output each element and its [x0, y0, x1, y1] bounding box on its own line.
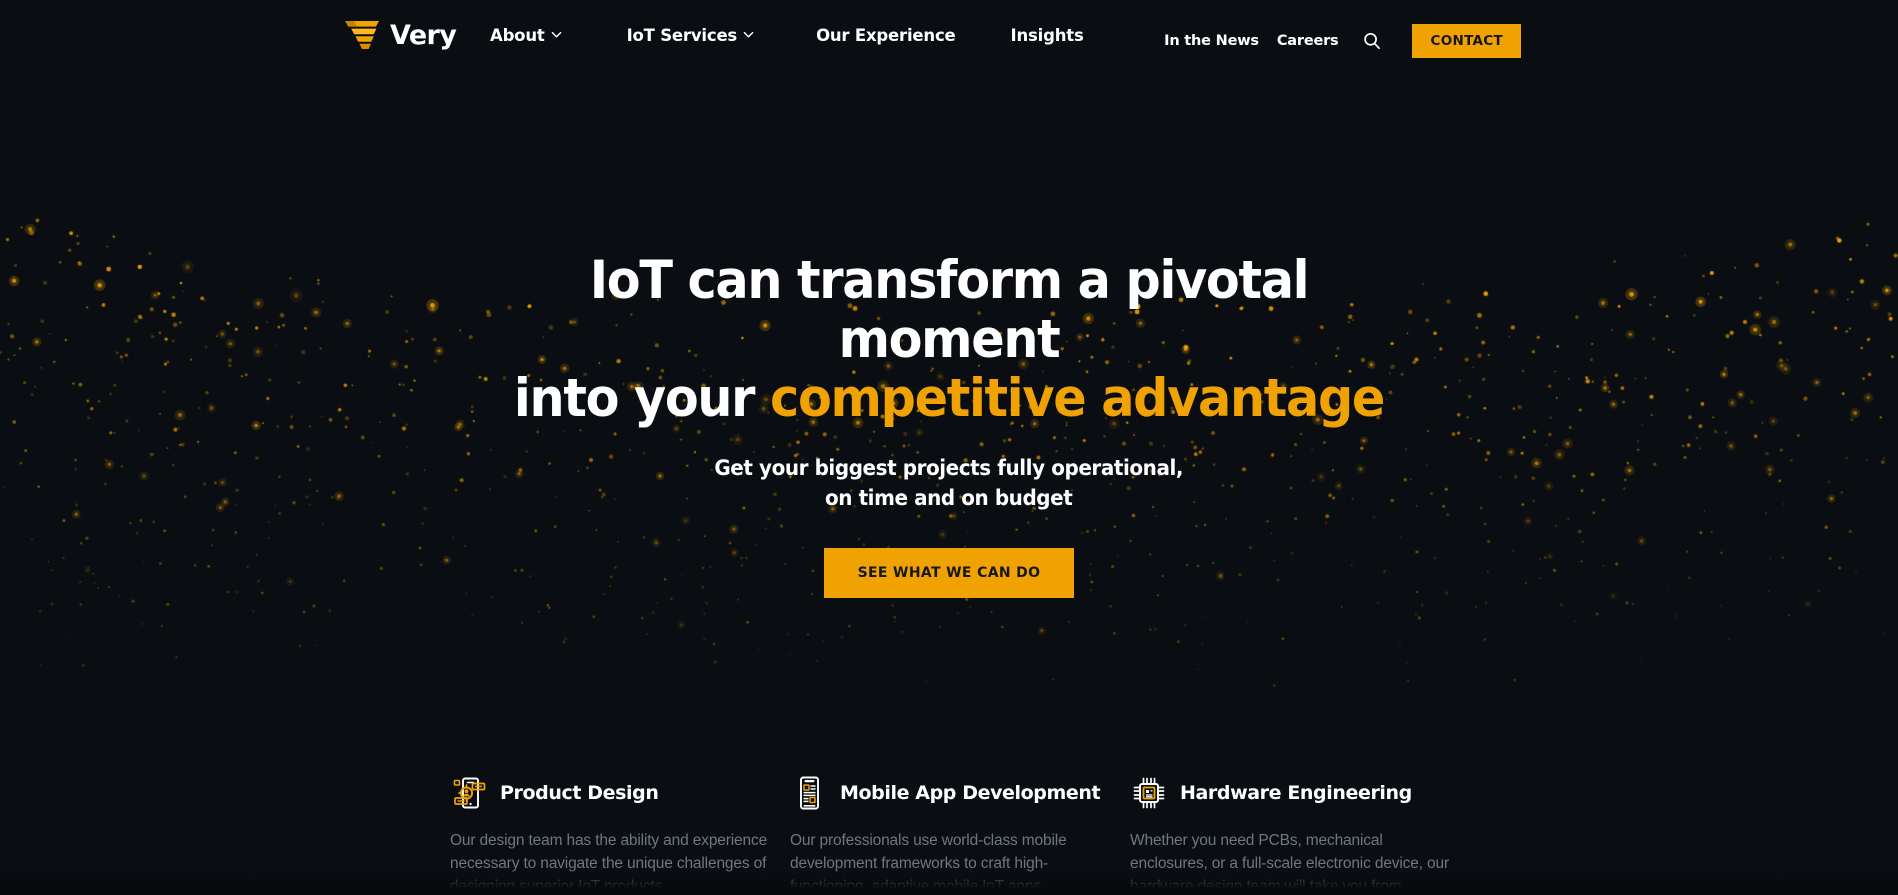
nav-item-about-label: About — [490, 26, 545, 45]
service-description: Whether you need PCBs, mechanical enclos… — [1130, 832, 1450, 895]
primary-nav: About IoT Services Our Experience Insigh… — [490, 26, 1084, 45]
services-section: Product Design Our design team has the a… — [0, 752, 1898, 895]
nav-item-insights[interactable]: Insights — [1011, 26, 1084, 45]
nav-item-iot-services-label: IoT Services — [626, 26, 738, 45]
services-grid: Product Design Our design team has the a… — [450, 770, 1470, 895]
product-design-icon — [450, 774, 488, 812]
very-funnel-logo-icon — [345, 18, 381, 52]
subtitle-line-1: Get your biggest projects fully operatio… — [714, 456, 1184, 481]
service-card-hardware-engineering[interactable]: Hardware Engineering Whether you need PC… — [1130, 770, 1470, 895]
chevron-down-icon — [743, 29, 754, 40]
chevron-down-icon — [551, 29, 562, 40]
nav-item-our-experience-label: Our Experience — [816, 26, 956, 45]
service-description: Our design team has the ability and expe… — [450, 832, 768, 895]
subtitle-line-2: on time and on budget — [825, 486, 1073, 511]
mobile-app-icon — [790, 774, 828, 812]
service-description: Our professionals use world-class mobile… — [790, 832, 1067, 895]
logo-link[interactable]: Very — [345, 18, 457, 52]
search-icon[interactable] — [1360, 29, 1384, 53]
page-title: IoT can transform a pivotal moment into … — [503, 250, 1396, 429]
service-title: Hardware Engineering — [1180, 782, 1412, 804]
nav-item-careers[interactable]: Careers — [1277, 33, 1339, 49]
nav-item-iot-services[interactable]: IoT Services — [627, 26, 755, 45]
nav-item-insights-label: Insights — [1010, 26, 1084, 45]
service-card-product-design[interactable]: Product Design Our design team has the a… — [450, 770, 790, 895]
service-title: Product Design — [500, 782, 659, 804]
site-header: Very About IoT Services Our Experience I… — [0, 0, 1898, 82]
page-root: Very About IoT Services Our Experience I… — [0, 0, 1898, 895]
nav-item-in-the-news[interactable]: In the News — [1164, 33, 1259, 49]
utility-nav: In the News Careers CONTACT — [1164, 24, 1898, 58]
contact-button[interactable]: CONTACT — [1412, 24, 1521, 58]
hero-subtitle: Get your biggest projects fully operatio… — [715, 454, 1184, 514]
hero-section: IoT can transform a pivotal moment into … — [0, 82, 1898, 752]
logo-text: Very — [390, 19, 457, 51]
service-card-mobile-app-development[interactable]: Mobile App Development Our professionals… — [790, 770, 1130, 895]
hardware-chip-icon — [1130, 774, 1168, 812]
headline-line-1: IoT can transform a pivotal moment — [589, 250, 1310, 370]
headline-line-2-prefix: into your — [513, 367, 771, 429]
see-what-we-can-do-button[interactable]: SEE WHAT WE CAN DO — [823, 548, 1075, 599]
headline-accent: competitive advantage — [770, 367, 1385, 429]
nav-item-our-experience[interactable]: Our Experience — [816, 26, 956, 45]
nav-item-about[interactable]: About — [490, 26, 562, 45]
service-title: Mobile App Development — [840, 782, 1101, 804]
